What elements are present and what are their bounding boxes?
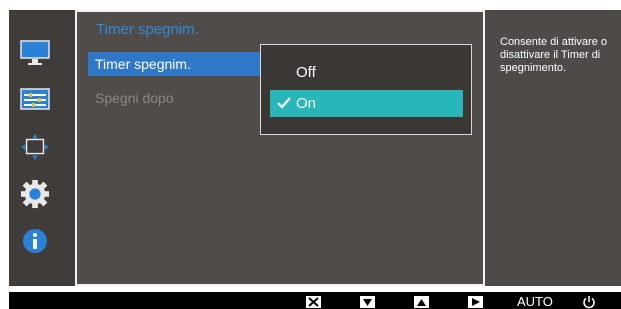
position-size-icon[interactable] xyxy=(20,132,50,162)
monitor-icon[interactable] xyxy=(20,38,50,68)
power-icon[interactable] xyxy=(582,296,596,309)
timer-options-dropdown: Off On xyxy=(260,44,472,135)
down-arrow-icon[interactable] xyxy=(360,296,375,308)
auto-button[interactable]: AUTO xyxy=(517,294,553,309)
up-arrow-icon[interactable] xyxy=(414,296,429,308)
right-arrow-icon[interactable] xyxy=(468,296,483,308)
gear-icon[interactable] xyxy=(20,179,50,209)
option-off-label: Off xyxy=(296,64,316,81)
help-text: Consente di attivare o disattivare il Ti… xyxy=(500,36,608,74)
option-on[interactable]: On xyxy=(270,90,463,117)
checkmark-icon xyxy=(277,97,291,109)
menu-item-timer-spegnim[interactable]: Timer spegnim. xyxy=(88,52,262,76)
close-icon[interactable] xyxy=(306,296,321,308)
info-icon[interactable] xyxy=(20,226,50,256)
picture-settings-icon[interactable] xyxy=(20,85,50,115)
menu-item-spegni-dopo[interactable]: Spegni dopo xyxy=(88,86,262,110)
option-off[interactable]: Off xyxy=(270,59,463,86)
option-on-label: On xyxy=(296,95,317,112)
menu-title: Timer spegnim. xyxy=(96,21,199,38)
